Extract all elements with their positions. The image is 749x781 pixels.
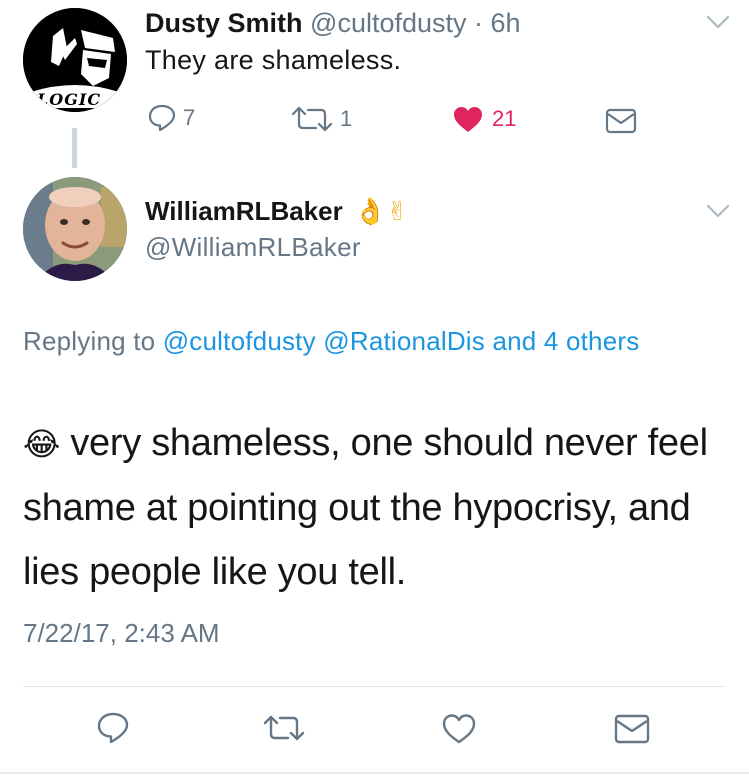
parent-like-button[interactable]: 21 (452, 105, 516, 133)
parent-tweet-time[interactable]: · 6h (474, 8, 521, 38)
parent-dm-button[interactable] (605, 108, 637, 134)
retweet-icon (291, 106, 333, 132)
reply-dm-button[interactable] (614, 714, 650, 744)
mention-link[interactable]: @cultofdusty (163, 326, 316, 356)
parent-like-count: 21 (492, 106, 517, 131)
parent-author-name[interactable]: Dusty Smith (145, 8, 303, 38)
thread-connector (72, 128, 77, 168)
replying-to-prefix: Replying to (23, 326, 156, 356)
divider (0, 772, 749, 774)
reply-like-button[interactable] (441, 713, 477, 745)
heart-filled-icon (454, 107, 482, 132)
parent-tweet-text: They are shameless. (145, 45, 402, 75)
parent-author-handle[interactable]: @cultofdusty (310, 8, 466, 38)
laughing-emoji: 😂 (23, 426, 61, 462)
parent-retweet-count: 1 (340, 106, 353, 131)
replying-others-link[interactable]: others (566, 326, 639, 356)
envelope-icon (614, 714, 650, 744)
reply-reply-button[interactable] (96, 712, 130, 744)
parent-reply-count: 7 (183, 105, 196, 130)
reply-tweet-text: very shameless, one should never feel sh… (23, 422, 708, 593)
envelope-icon (605, 108, 637, 134)
reply-tweet-text-block: 😂 very shameless, one should never feel … (23, 411, 738, 604)
replying-to-line: Replying to @cultofdusty @RationalDis an… (23, 320, 723, 362)
reply-more-chevron-icon[interactable] (706, 203, 730, 219)
parent-reply-button[interactable]: 7 (147, 104, 195, 132)
reply-icon (148, 104, 176, 132)
heart-icon (442, 714, 476, 744)
parent-more-chevron-icon[interactable] (706, 14, 730, 30)
reply-icon (97, 712, 129, 744)
parent-author-line: Dusty Smith @cultofdusty · 6h (145, 8, 521, 39)
replying-others-count[interactable]: and 4 (492, 326, 558, 356)
reply-author-handle[interactable]: @WilliamRLBaker (145, 232, 361, 263)
mention-link[interactable]: @RationalDis (323, 326, 485, 356)
retweet-icon (263, 715, 305, 741)
avatar-logo-text: LOGIC (37, 90, 102, 109)
avatar[interactable]: LOGIC (23, 8, 127, 112)
avatar[interactable] (23, 177, 127, 281)
reply-author-emojis: 👌✌ (353, 196, 409, 226)
parent-retweet-button[interactable]: 1 (290, 106, 352, 132)
divider (23, 686, 726, 687)
reply-author-name[interactable]: WilliamRLBaker (145, 196, 343, 226)
reply-retweet-button[interactable] (262, 714, 306, 742)
reply-author-line: WilliamRLBaker 👌✌ (145, 196, 408, 227)
reply-timestamp[interactable]: 7/22/17, 2:43 AM (23, 618, 220, 649)
